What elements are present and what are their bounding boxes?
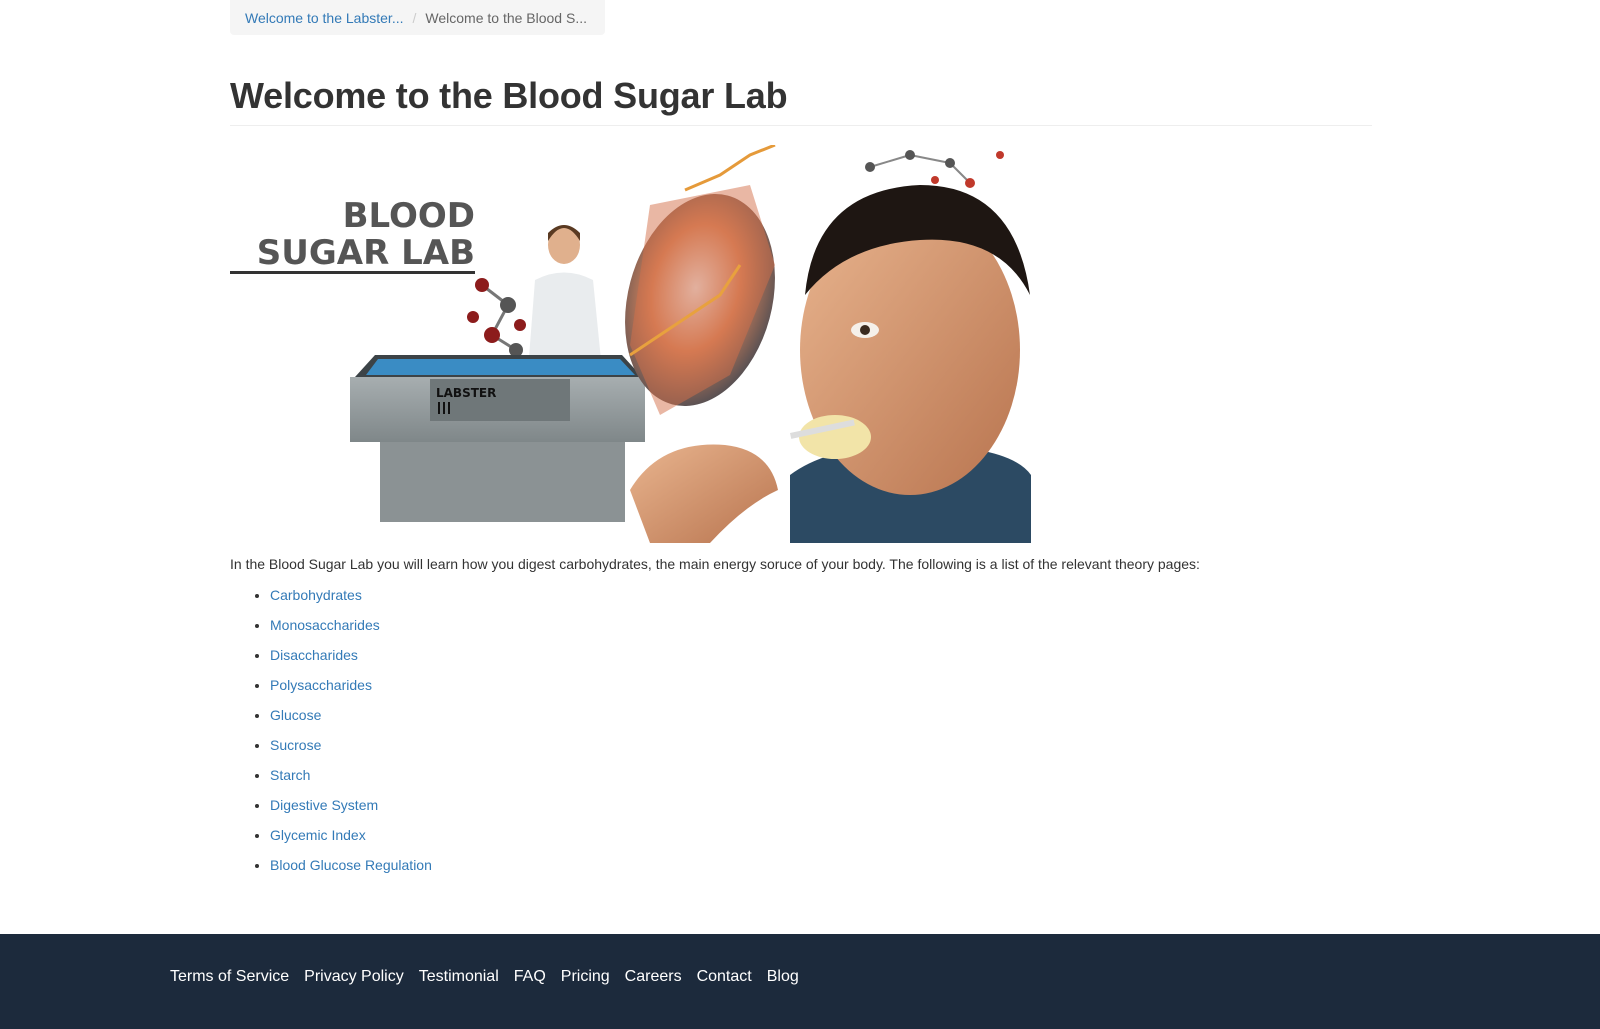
breadcrumb-separator: / (412, 9, 417, 26)
list-item: Digestive System (270, 790, 432, 820)
footer-nav: Terms of Service Privacy Policy Testimon… (170, 968, 814, 986)
lab-counter: LABSTER (350, 355, 645, 522)
glucose-molecule-left (467, 278, 526, 357)
page-header: Welcome to the Blood Sugar Lab (230, 70, 1372, 126)
page-title: Welcome to the Blood Sugar Lab (230, 75, 788, 116)
logo-underline (230, 271, 475, 274)
breadcrumb: Welcome to the Labster... / Welcome to t… (230, 0, 605, 35)
theory-link-digestive-system[interactable]: Digestive System (270, 797, 378, 813)
glucose-molecule-top-right (865, 150, 1004, 188)
footer-link-contact[interactable]: Contact (697, 968, 752, 986)
intro-paragraph: In the Blood Sugar Lab you will learn ho… (230, 556, 1200, 572)
theory-link-carbohydrates[interactable]: Carbohydrates (270, 587, 362, 603)
list-item: Blood Glucose Regulation (270, 850, 432, 880)
footer-link-careers[interactable]: Careers (625, 968, 682, 986)
list-item: Glycemic Index (270, 820, 432, 850)
theory-link-glucose[interactable]: Glucose (270, 707, 321, 723)
footer-link-pricing[interactable]: Pricing (561, 968, 610, 986)
blood-sugar-lab-logo: BLOOD SUGAR LAB (230, 196, 475, 274)
breadcrumb-current: Welcome to the Blood S... (425, 9, 587, 26)
theory-link-blood-glucose-regulation[interactable]: Blood Glucose Regulation (270, 857, 432, 873)
footer-link-faq[interactable]: FAQ (514, 968, 546, 986)
footer-link-blog[interactable]: Blog (767, 968, 799, 986)
hero-image: BLOOD SUGAR LAB LABSTER (230, 145, 1031, 543)
footer-link-testimonial[interactable]: Testimonial (419, 968, 499, 986)
list-item: Monosaccharides (270, 610, 432, 640)
list-item: Carbohydrates (270, 580, 432, 610)
list-item: Polysaccharides (270, 670, 432, 700)
logo-line-2: SUGAR LAB (257, 233, 475, 273)
labster-label: LABSTER (436, 386, 496, 400)
list-item: Disaccharides (270, 640, 432, 670)
logo-line-1: BLOOD (343, 196, 475, 236)
theory-link-disaccharides[interactable]: Disaccharides (270, 647, 358, 663)
theory-link-sucrose[interactable]: Sucrose (270, 737, 321, 753)
theory-link-polysaccharides[interactable]: Polysaccharides (270, 677, 372, 693)
list-item: Starch (270, 760, 432, 790)
theory-pages-list: Carbohydrates Monosaccharides Disacchari… (230, 580, 432, 880)
breadcrumb-link-labster[interactable]: Welcome to the Labster... (245, 10, 404, 26)
list-item: Glucose (270, 700, 432, 730)
footer-link-privacy-policy[interactable]: Privacy Policy (304, 968, 404, 986)
theory-link-starch[interactable]: Starch (270, 767, 310, 783)
site-footer: Terms of Service Privacy Policy Testimon… (0, 934, 1600, 1029)
theory-link-glycemic-index[interactable]: Glycemic Index (270, 827, 366, 843)
theory-link-monosaccharides[interactable]: Monosaccharides (270, 617, 380, 633)
lab-assistant-figure (528, 225, 602, 370)
footer-link-terms-of-service[interactable]: Terms of Service (170, 968, 289, 986)
list-item: Sucrose (270, 730, 432, 760)
